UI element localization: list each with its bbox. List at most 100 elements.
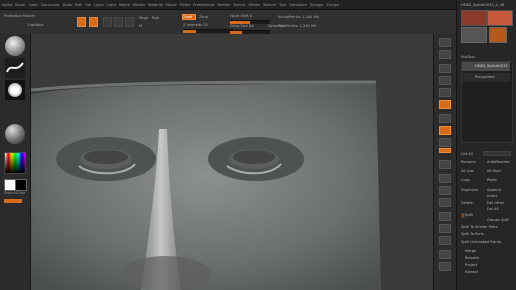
shelf-icons [433, 34, 456, 290]
remesh-header[interactable]: Remesh [465, 256, 479, 260]
actual-icon[interactable] [439, 88, 451, 97]
menu-item[interactable]: Material [148, 3, 163, 7]
groups-split-button[interactable]: Groups Split [487, 218, 509, 222]
menu-item[interactable]: Marker [133, 3, 145, 7]
menu-item[interactable]: Stroke [248, 3, 259, 7]
copy-button[interactable]: Copy [461, 178, 470, 182]
lsym-icon[interactable] [439, 138, 451, 147]
rotate-button[interactable] [125, 17, 134, 27]
zadd-label: Zadd [183, 15, 193, 19]
list-all-button[interactable]: List All [461, 152, 473, 156]
subtool-header[interactable]: SubTool [461, 55, 475, 59]
tool-thumb-head[interactable] [461, 10, 487, 26]
floor-icon[interactable] [439, 114, 451, 123]
material-icon[interactable] [5, 124, 25, 144]
color-picker[interactable] [4, 152, 26, 174]
menu-item[interactable]: Alpha [2, 3, 12, 7]
menu-item[interactable]: Edit [75, 3, 82, 7]
scroll-icon[interactable] [439, 64, 451, 73]
menu-item[interactable]: Tool [279, 3, 286, 7]
switchcolor-label[interactable]: SwitchColor [4, 191, 25, 195]
z-intensity-label: Z Intensity 25 [183, 23, 208, 27]
delete-button[interactable]: Delete [461, 201, 473, 205]
m-button[interactable]: M [139, 24, 142, 28]
menu-item[interactable]: Document [41, 3, 60, 7]
duplicate-button[interactable]: Duplicate [461, 188, 478, 192]
menu-item[interactable]: Texture [263, 3, 276, 7]
merge-header[interactable]: Merge [465, 249, 476, 253]
menu-item[interactable]: Render [217, 3, 230, 7]
split-parts-button[interactable]: Split To Parts [461, 232, 484, 236]
menu-item[interactable]: Brush [15, 3, 25, 7]
menu-item[interactable]: Movie [166, 3, 177, 7]
all-low-button[interactable]: All Low [461, 169, 474, 173]
paste-button[interactable]: Paste [487, 178, 497, 182]
tool-thumb-orange[interactable] [489, 27, 507, 43]
menu-item[interactable]: Zplugin [310, 3, 324, 7]
menu-item[interactable]: Macro [119, 3, 130, 7]
bpr-icon[interactable] [439, 38, 451, 47]
rgb-button[interactable]: Rgb [152, 16, 159, 20]
sculpt-face-render [31, 34, 433, 290]
menu-item[interactable]: Picker [180, 3, 191, 7]
canvas-viewport[interactable] [31, 34, 433, 290]
rotate-icon[interactable] [439, 198, 451, 207]
scale-button[interactable] [114, 17, 123, 27]
lightbox-button[interactable]: LightBox [28, 23, 44, 27]
menu-item[interactable]: Transform [289, 3, 307, 7]
tool-thumb-sphere[interactable] [461, 27, 487, 43]
ghost-icon[interactable] [439, 236, 451, 245]
menu-item[interactable]: Zscript [326, 3, 338, 7]
alpha-icon[interactable] [5, 80, 25, 100]
projection-master-button[interactable]: Projection Master [4, 14, 35, 18]
focal-shift-label: Focal Shift 0 [230, 14, 253, 18]
tool-name: HEAD_SplineUV33_4_48 [461, 3, 505, 7]
brush-icon[interactable] [5, 36, 25, 56]
menu-item[interactable]: Preferences [193, 3, 214, 7]
insert-button[interactable]: Insert [487, 194, 497, 198]
extract-header[interactable]: Extract [465, 270, 478, 274]
menu-item[interactable]: Light [107, 3, 116, 7]
rename-button[interactable]: Rename [461, 160, 476, 164]
top-toolbar: Projection Master LightBox Mrgb Rgb M Za… [0, 10, 516, 35]
move-button[interactable] [103, 17, 112, 27]
new-folder-button[interactable] [483, 151, 511, 156]
secondary-color-swatch[interactable] [15, 179, 27, 191]
zsub-button[interactable]: Zsub [199, 15, 208, 19]
draw-size-label: Draw Size 64 [230, 24, 254, 28]
auto-reorder-button[interactable]: AutoReorder [487, 160, 509, 164]
all-high-button[interactable]: All High [487, 169, 501, 173]
transp-icon[interactable] [439, 224, 451, 233]
split-header[interactable]: Split [465, 213, 473, 217]
mrgb-button[interactable]: Mrgb [139, 16, 148, 20]
xpose-icon[interactable] [439, 262, 451, 271]
menu-item[interactable]: Layer [94, 3, 104, 7]
local-icon[interactable] [439, 126, 451, 135]
split-unmasked-button[interactable]: Split Unmasked Points [461, 240, 501, 244]
stroke-icon[interactable] [5, 58, 25, 78]
xyz-icon[interactable] [439, 148, 451, 153]
scale-icon[interactable] [439, 186, 451, 195]
project-header[interactable]: Project [465, 263, 477, 267]
menu-item[interactable]: Draw [63, 3, 72, 7]
alternate-button[interactable] [4, 199, 22, 203]
split-similar-button[interactable]: Split To Similar Parts [461, 225, 498, 229]
zoom-icon[interactable] [439, 76, 451, 85]
menu-item[interactable]: Stencil [233, 3, 245, 7]
polyf-icon[interactable] [439, 212, 451, 221]
menu-item[interactable]: File [85, 3, 91, 7]
edit-button[interactable] [77, 17, 86, 27]
tool-panel: HEAD_SplineUV33_4_48 SubTool HEAD_Spline… [456, 0, 516, 290]
tool-thumb-red[interactable] [487, 10, 513, 26]
move-icon[interactable] [439, 174, 451, 183]
frame-icon[interactable] [439, 160, 451, 169]
del-all-button[interactable]: Del All [487, 207, 499, 211]
draw-button[interactable] [89, 17, 98, 27]
persp-icon[interactable] [439, 100, 451, 109]
append-button[interactable]: Append [487, 188, 501, 192]
spix-icon[interactable] [439, 50, 451, 59]
solo-icon[interactable] [439, 250, 451, 259]
menu-item[interactable]: Color [29, 3, 38, 7]
del-other-button[interactable]: Del Other [487, 201, 504, 205]
z-intensity-slider[interactable] [183, 29, 233, 33]
